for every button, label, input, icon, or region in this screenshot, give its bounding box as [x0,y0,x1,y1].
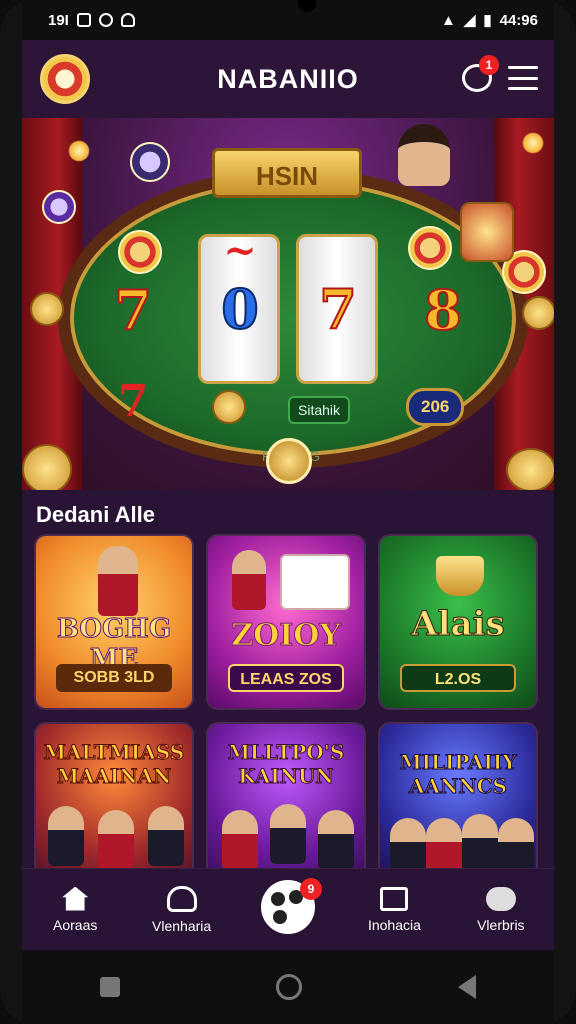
game-card[interactable]: BOGHG ME SOBB 3LD [34,534,194,710]
player-figure [318,810,354,870]
eight-icon: 8 [423,277,463,343]
wifi-icon: ◢ [463,12,476,29]
bet-value[interactable]: 206 [406,388,465,426]
spin-label[interactable]: Sitahik [288,396,351,424]
hero-sign: HSIN [212,148,362,198]
gold-coin-icon [522,296,554,330]
hamburger-menu-icon[interactable] [508,66,538,90]
section-title: Dedani Alle [36,502,155,527]
casino-chip-logo-icon[interactable] [40,54,90,104]
back-icon[interactable] [458,975,476,999]
game-card[interactable]: ZOIOY LEAAS ZOS [206,534,366,710]
gold-coin-icon [212,390,246,424]
trophy-icon [436,556,484,596]
settings-icon [98,13,113,27]
casino-chip-icon [130,142,170,182]
dealer-figure [398,124,450,186]
game-subtitle: LEAAS ZOS [228,664,344,692]
symbol-icon: 0 [220,276,260,342]
status-bar: 19Ι ▲ ◢ ▮ 44:96 [22,0,554,40]
spin-button[interactable] [266,438,312,484]
nav-label: Inohacia [367,916,421,933]
game-title: MALTMIASS MAAINAN [43,740,185,789]
slot-reel: 7 [296,234,378,384]
game-title: ZOIOY [231,618,342,654]
chat-icon [485,886,516,911]
signal-icon: ▲ [440,11,456,29]
system-nav-bar [22,950,554,1024]
casino-chip-icon [42,190,76,224]
status-time: 44:96 [499,11,538,29]
game-title: Alais [411,604,505,645]
chat-icon[interactable]: 1 [462,55,499,92]
playing-cards-icon [280,554,350,610]
slot-reel: ~ 0 [198,227,280,384]
home-icon [62,886,89,911]
gift-box-icon [460,202,514,262]
gold-coin-icon [30,292,64,326]
player-figure [148,806,184,866]
player-figure [462,814,498,874]
player-figure [270,804,306,864]
gold-coin-icon [22,444,72,490]
game-subtitle: SOBB 3LD [56,664,172,692]
player-figure [98,810,134,870]
lamp-icon [522,132,544,154]
nav-item-home[interactable]: Aoraas [22,869,128,950]
nav-label: Vlerbris [477,916,525,933]
nav-badge: 9 [300,878,322,900]
people-icon [166,885,197,912]
game-title: MILIPAIIY AANNCS [399,750,517,799]
nav-item-chat[interactable]: Vlerbris [448,869,554,950]
battery-icon: ▮ [483,12,492,29]
seven-icon: 7 [318,276,358,342]
nav-label: Vlenharia [152,917,212,934]
game-card[interactable]: Alais L2.OS [378,534,538,710]
status-left-text: 19Ι [48,11,69,29]
bottom-nav: Aoraas Vlenharia Inohacia Vlerbris [22,868,554,950]
lamp-icon [68,140,90,162]
casino-chip-icon [118,230,162,274]
nav-label: Aoraas [53,916,98,933]
seven-icon: 7 [113,277,153,343]
home-button-icon[interactable] [276,974,302,1000]
player-figure [232,550,266,610]
notification-icon [76,13,91,27]
front-camera [298,0,316,12]
recents-icon[interactable] [100,977,120,997]
hostess-figure [98,546,138,616]
seven-icon: 7 [117,376,149,427]
game-title: MLLTPO'S KAINUN [227,740,345,789]
nav-item-play[interactable] [235,869,341,950]
notification-badge: 1 [479,55,499,75]
screen-icon [380,886,409,911]
app-screen: 19Ι ▲ ◢ ▮ 44:96 NABANIIO 1 HSIN ~ 0 7 7 … [22,0,554,950]
player-figure [48,806,84,866]
symbol-icon: ~ [223,227,257,274]
nav-item-people[interactable]: Vlenharia [128,869,234,950]
gold-coin-icon [506,448,554,490]
app-header: NABANIIO 1 [22,40,554,118]
hero-banner[interactable]: HSIN ~ 0 7 7 7 8 Sitahik 206 PN ING [22,118,554,490]
nav-item-screen[interactable]: Inohacia [341,869,447,950]
casino-chip-icon [408,226,452,270]
player-figure [222,810,258,870]
shield-icon [120,13,135,27]
game-subtitle: L2.OS [400,664,516,692]
